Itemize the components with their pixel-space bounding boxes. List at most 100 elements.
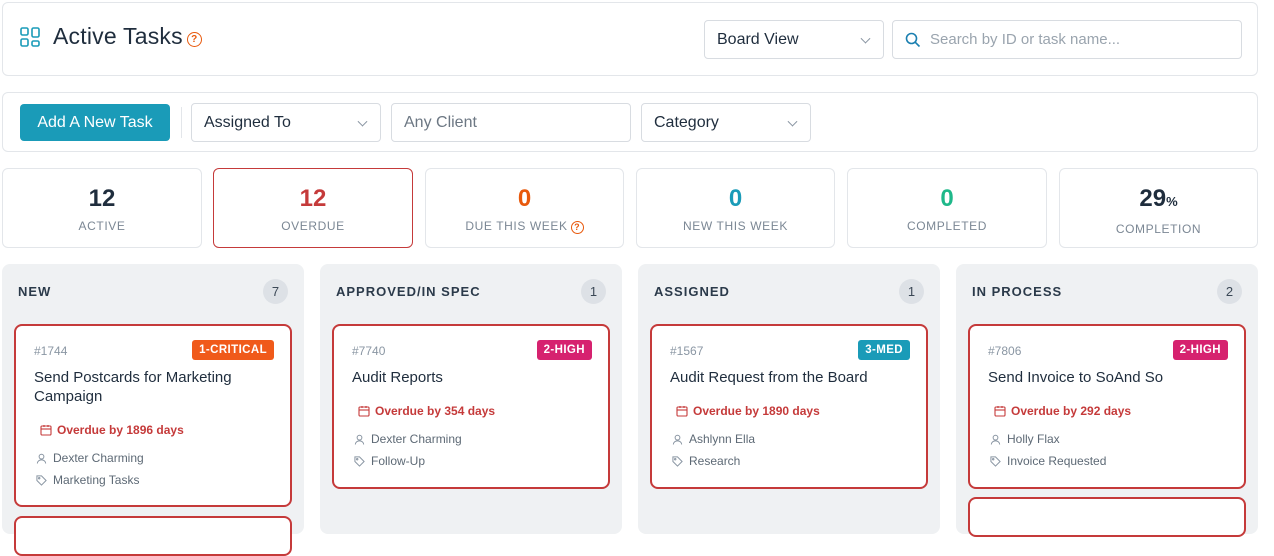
tag-name: Invoice Requested	[1007, 454, 1107, 468]
tag-row: Marketing Tasks	[36, 473, 139, 487]
stat-completion[interactable]: 29% COMPLETION	[1059, 168, 1258, 248]
tag-icon	[354, 455, 365, 467]
stat-label: NEW THIS WEEK	[683, 219, 788, 233]
overdue-text: Overdue by 354 days	[375, 404, 496, 418]
column-in-process: IN PROCESS 2 #7806 2-HIGH Send Invoice t…	[956, 264, 1258, 537]
column-new: NEW 7 #1744 1-CRITICAL Send Postcards fo…	[2, 264, 304, 556]
assigned-to-value: Assigned To	[204, 113, 291, 131]
tag-icon	[990, 455, 1001, 467]
assignee-row: Ashlynn Ella	[672, 432, 755, 446]
search-box[interactable]	[892, 20, 1242, 59]
task-id: #7806	[988, 344, 1022, 358]
priority-badge: 1-CRITICAL	[192, 340, 274, 360]
stat-value: 12	[88, 185, 116, 212]
user-icon	[672, 434, 683, 445]
task-id: #1567	[670, 344, 704, 358]
search-icon	[905, 32, 921, 47]
assignee-row: Dexter Charming	[354, 432, 462, 446]
overdue-row: Overdue by 1890 days	[676, 404, 820, 418]
assigned-to-select[interactable]: Assigned To	[191, 103, 381, 142]
stat-value: 12	[299, 185, 327, 212]
stat-value: 0	[728, 185, 743, 212]
task-card[interactable]	[968, 497, 1246, 537]
priority-badge: 2-HIGH	[536, 340, 592, 360]
calendar-icon	[994, 406, 1006, 417]
category-select[interactable]: Category	[641, 103, 811, 142]
tag-icon	[36, 474, 47, 486]
chevron-down-icon	[787, 116, 798, 127]
tag-name: Research	[689, 454, 741, 468]
help-icon[interactable]: ?	[186, 32, 202, 47]
search-input[interactable]	[930, 31, 1230, 48]
page-title-text: Active Tasks	[53, 23, 183, 49]
user-icon	[354, 434, 365, 445]
stat-value: 0	[517, 185, 532, 212]
column-count-badge: 7	[263, 279, 288, 304]
calendar-icon	[40, 425, 52, 436]
column-count-badge: 1	[581, 279, 606, 304]
tag-icon	[672, 455, 683, 467]
user-icon	[990, 434, 1001, 445]
column-assigned: ASSIGNED 1 #1567 3-MED Audit Request fro…	[638, 264, 940, 534]
overdue-text: Overdue by 292 days	[1011, 404, 1132, 418]
stat-label-row: DUE THIS WEEK?	[426, 219, 623, 234]
stat-new-this-week[interactable]: 0 NEW THIS WEEK	[636, 168, 835, 248]
task-card[interactable]: #7806 2-HIGH Send Invoice to SoAnd So Ov…	[968, 324, 1246, 489]
overdue-row: Overdue by 354 days	[358, 404, 495, 418]
divider	[181, 107, 182, 138]
page-title: Active Tasks?	[53, 23, 202, 50]
assignee-name: Ashlynn Ella	[689, 432, 756, 446]
client-value: Any Client	[404, 113, 477, 131]
column-approved-in-spec: APPROVED/IN SPEC 1 #7740 2-HIGH Audit Re…	[320, 264, 622, 534]
column-title: APPROVED/IN SPEC	[336, 284, 481, 299]
column-title: IN PROCESS	[972, 284, 1063, 299]
client-select[interactable]: Any Client	[391, 103, 631, 142]
stat-completed[interactable]: 0 COMPLETED	[847, 168, 1047, 248]
overdue-text: Overdue by 1890 days	[693, 404, 820, 418]
stat-unit: %	[1166, 194, 1178, 209]
tag-row: Invoice Requested	[990, 454, 1106, 468]
tag-name: Marketing Tasks	[53, 473, 140, 487]
tag-name: Follow-Up	[371, 454, 426, 468]
task-card[interactable]: #1744 1-CRITICAL Send Postcards for Mark…	[14, 324, 292, 507]
overdue-row: Overdue by 292 days	[994, 404, 1131, 418]
stat-label: DUE THIS WEEK	[465, 219, 568, 233]
task-card[interactable]: #7740 2-HIGH Audit Reports Overdue by 35…	[332, 324, 610, 489]
stat-label: OVERDUE	[281, 219, 345, 233]
column-count-badge: 1	[899, 279, 924, 304]
column-title: ASSIGNED	[654, 284, 730, 299]
page-header: Active Tasks? Board View	[2, 2, 1258, 76]
task-card[interactable]: #1567 3-MED Audit Request from the Board…	[650, 324, 928, 489]
assignee-name: Dexter Charming	[371, 432, 462, 446]
stat-label: COMPLETED	[906, 219, 988, 233]
chevron-down-icon	[860, 33, 871, 44]
task-title: Audit Reports	[352, 369, 443, 386]
task-id: #1744	[34, 344, 68, 358]
view-select[interactable]: Board View	[704, 20, 884, 59]
add-task-button[interactable]: Add A New Task	[20, 104, 170, 141]
column-title: NEW	[18, 284, 52, 299]
view-select-value: Board View	[717, 30, 799, 48]
overdue-text: Overdue by 1896 days	[57, 423, 184, 437]
stat-label: COMPLETION	[1115, 222, 1202, 236]
stat-value-row: 29%	[1060, 185, 1257, 216]
task-title: Audit Request from the Board	[670, 369, 868, 386]
chevron-down-icon	[357, 116, 368, 127]
board-grid-icon	[20, 27, 40, 47]
task-title: Send Postcards for Marketing Campaign	[34, 369, 232, 405]
stat-value: 29	[1139, 185, 1167, 212]
stat-active[interactable]: 12 ACTIVE	[2, 168, 202, 248]
stat-overdue[interactable]: 12 OVERDUE	[213, 168, 413, 248]
tag-row: Follow-Up	[354, 454, 425, 468]
overdue-row: Overdue by 1896 days	[40, 423, 184, 437]
calendar-icon	[676, 406, 688, 417]
task-id: #7740	[352, 344, 386, 358]
help-icon[interactable]: ?	[570, 220, 584, 234]
assignee-row: Holly Flax	[990, 432, 1060, 446]
stat-due-this-week[interactable]: 0 DUE THIS WEEK?	[425, 168, 624, 248]
task-card[interactable]	[14, 516, 292, 556]
filter-bar: Add A New Task Assigned To Any Client Ca…	[2, 92, 1258, 152]
priority-badge: 3-MED	[858, 340, 910, 360]
task-title: Send Invoice to SoAnd So	[988, 369, 1164, 386]
stat-label: ACTIVE	[78, 219, 126, 233]
